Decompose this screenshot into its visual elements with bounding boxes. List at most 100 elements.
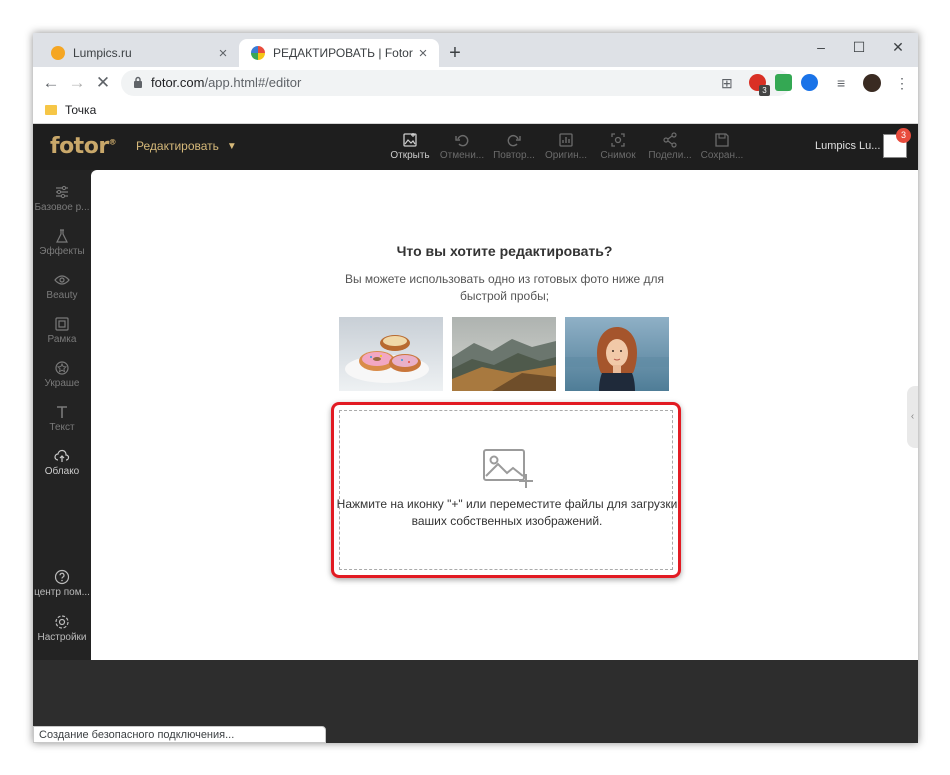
sidebar-item-effects[interactable]: Эффекты <box>33 228 91 257</box>
url-path: /app.html#/editor <box>204 75 302 90</box>
sidebar-item-text[interactable]: Текст <box>33 404 91 433</box>
bookmark-tochka[interactable]: Точка <box>45 103 96 117</box>
tab-lumpics[interactable]: Lumpics.ru × <box>39 39 239 67</box>
address-bar[interactable]: fotor.com/app.html#/editor ⊞ ☆ <box>121 70 791 96</box>
notification-badge: 3 <box>896 128 911 143</box>
tool-open[interactable]: Открыть <box>384 132 436 161</box>
sidebar-item-label: Базовое р... <box>34 202 90 213</box>
edit-mode-label: Редактировать <box>136 139 219 153</box>
forward-arrow-icon[interactable]: → <box>65 71 89 95</box>
snapshot-icon <box>611 133 625 147</box>
tool-share[interactable]: Подели... <box>644 132 696 161</box>
tool-snapshot[interactable]: Снимок <box>592 132 644 161</box>
share-icon <box>663 132 677 148</box>
sidebar-item-beauty[interactable]: Beauty <box>33 272 91 301</box>
sidebar: Базовое р... Эффекты Beauty Рамка Украше… <box>33 170 91 660</box>
profile-avatar[interactable] <box>863 74 881 92</box>
eye-icon <box>54 275 70 285</box>
bookmarks-bar: Точка <box>33 99 918 124</box>
original-icon <box>559 133 573 147</box>
tool-label: Снимок <box>600 150 636 161</box>
add-image-icon[interactable] <box>482 446 536 490</box>
fotor-favicon-icon <box>251 46 265 60</box>
text-icon <box>57 406 67 418</box>
tab-close-icon[interactable]: × <box>215 45 231 62</box>
back-arrow-icon[interactable]: ← <box>39 71 63 95</box>
upload-instructions: Нажмите на иконку "+" или переместите фа… <box>336 497 678 528</box>
sidebar-item-label: центр пом... <box>34 587 90 598</box>
sample-photo-mountains[interactable] <box>452 317 556 391</box>
settings-icon <box>55 615 69 629</box>
tab-fotor[interactable]: РЕДАКТИРОВАТЬ | Fotor × <box>239 39 439 67</box>
sidebar-item-label: Эффекты <box>39 246 85 257</box>
tool-label: Повтор... <box>493 150 535 161</box>
maximize-icon[interactable]: ☐ <box>839 37 879 57</box>
new-tab-button[interactable]: + <box>443 41 467 65</box>
stop-loading-icon[interactable]: ✕ <box>91 71 115 95</box>
page-subtitle: Вы можете использовать одно из готовых ф… <box>344 272 665 303</box>
tool-label: Отмени... <box>439 150 485 161</box>
edit-mode-dropdown[interactable]: Редактировать ▼ <box>136 139 237 153</box>
sidebar-item-cloud[interactable]: Облако <box>33 448 91 477</box>
url-host: fotor.com <box>151 75 205 90</box>
browser-window: Lumpics.ru × РЕДАКТИРОВАТЬ | Fotor × + –… <box>33 33 918 743</box>
help-icon <box>54 569 70 585</box>
tool-label: Сохран... <box>700 150 744 161</box>
sidebar-item-label: Текст <box>49 422 75 433</box>
fotor-app: fotor® Редактировать ▼ Открыть Отмени...… <box>33 124 918 743</box>
browser-toolbar: ← → ✕ fotor.com/app.html#/editor ⊞ ☆ 3 ≡… <box>33 67 918 99</box>
extension-globe-icon[interactable] <box>801 74 818 91</box>
tab-strip: Lumpics.ru × РЕДАКТИРОВАТЬ | Fotor × + –… <box>33 33 918 67</box>
media-queue-icon[interactable]: ≡ <box>837 75 845 91</box>
sidebar-item-frame[interactable]: Рамка <box>33 316 91 345</box>
sidebar-item-basic[interactable]: Базовое р... <box>33 184 91 213</box>
extension-music-icon[interactable] <box>775 74 792 91</box>
sample-photo-donuts[interactable] <box>339 317 443 391</box>
tool-label: Оригин... <box>544 150 588 161</box>
tab-close-icon[interactable]: × <box>415 45 431 62</box>
menu-kebab-icon[interactable]: ⋮ <box>895 75 909 92</box>
fotor-logo[interactable]: fotor® <box>50 134 117 159</box>
tool-save[interactable]: Сохран... <box>696 132 748 161</box>
sidebar-item-label: Рамка <box>47 334 77 345</box>
sidebar-item-settings[interactable]: Настройки <box>33 614 91 643</box>
flask-icon <box>56 229 68 243</box>
panel-collapse-handle[interactable]: ‹ <box>907 386 918 448</box>
user-name[interactable]: Lumpics Lu... <box>815 140 880 152</box>
tool-label: Открыть <box>390 150 430 161</box>
upload-dropzone-highlight: Нажмите на иконку "+" или переместите фа… <box>331 402 681 578</box>
undo-icon <box>455 134 469 147</box>
upload-dropzone[interactable]: Нажмите на иконку "+" или переместите фа… <box>337 410 677 570</box>
frame-icon <box>55 317 69 331</box>
folder-icon <box>45 105 57 115</box>
translate-icon[interactable]: ⊞ <box>721 75 733 92</box>
cloud-icon <box>54 449 70 462</box>
lock-icon <box>134 76 142 88</box>
tool-redo[interactable]: Повтор... <box>488 132 540 161</box>
minimize-icon[interactable]: – <box>801 37 841 57</box>
save-icon <box>715 133 729 147</box>
extension-badge: 3 <box>759 85 770 96</box>
app-header: fotor® Редактировать ▼ Открыть Отмени...… <box>33 124 918 170</box>
window-close-icon[interactable]: ✕ <box>878 37 918 57</box>
bookmark-label: Точка <box>65 103 97 117</box>
tab-title: РЕДАКТИРОВАТЬ | Fotor <box>273 46 413 60</box>
sidebar-item-decor[interactable]: Украше <box>33 360 91 389</box>
logo-text: fotor <box>50 134 109 159</box>
sidebar-item-label: Настройки <box>37 632 87 643</box>
page-title: Что вы хотите редактировать? <box>396 243 613 259</box>
sliders-icon <box>56 185 68 199</box>
sticker-icon <box>55 361 69 375</box>
sample-photo-portrait[interactable] <box>565 317 669 391</box>
status-bar: Создание безопасного подключения... <box>33 726 326 743</box>
sidebar-item-label: Beauty <box>46 290 78 301</box>
main-canvas: Что вы хотите редактировать? Вы можете и… <box>91 170 918 660</box>
tab-title: Lumpics.ru <box>73 46 132 60</box>
tool-undo[interactable]: Отмени... <box>436 132 488 161</box>
chevron-down-icon: ▼ <box>226 140 237 152</box>
url-text: fotor.com/app.html#/editor <box>151 75 301 90</box>
tool-original[interactable]: Оригин... <box>540 132 592 161</box>
sidebar-item-help[interactable]: центр пом... <box>33 569 91 598</box>
redo-icon <box>507 134 521 147</box>
tool-label: Подели... <box>648 150 692 161</box>
